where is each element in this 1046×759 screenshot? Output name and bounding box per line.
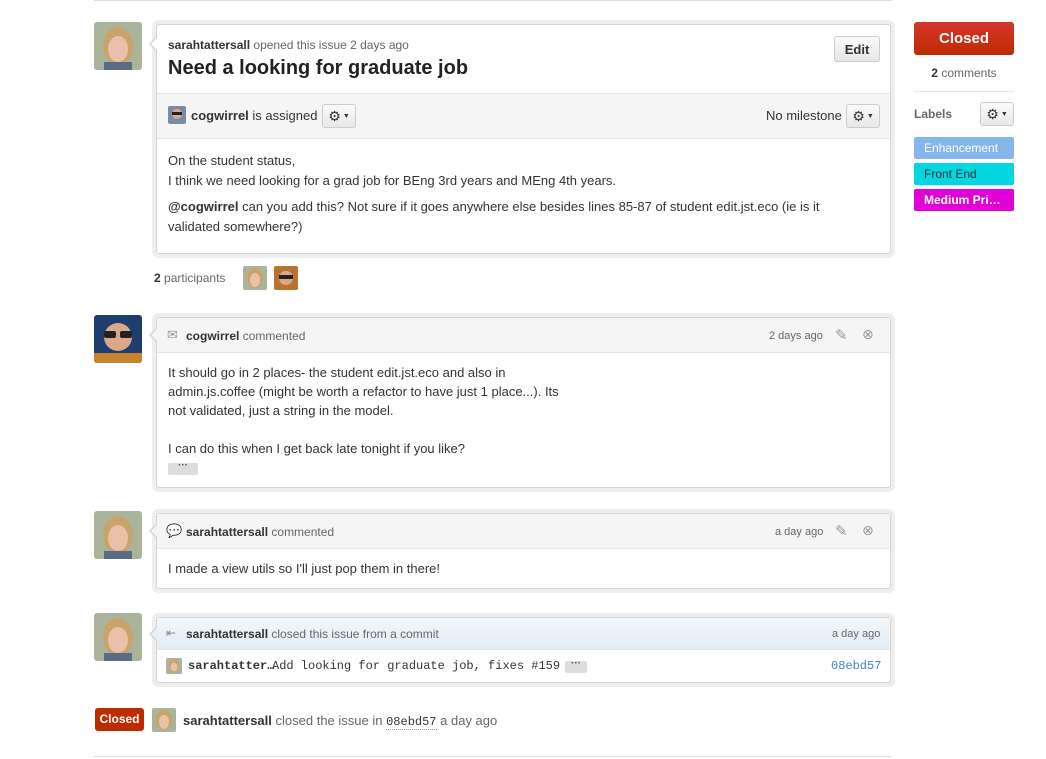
- comment-line: admin.js.coffee (might be worth a refact…: [168, 384, 559, 399]
- issue-body-line: validated somewhere?): [168, 219, 303, 234]
- close-event-timestamp[interactable]: a day ago: [832, 628, 880, 640]
- footer-commit-sha-link[interactable]: 08ebd57: [386, 715, 437, 730]
- comment-header: ✉ cogwirrel commented 2 days ago ✎ ⊗: [157, 318, 890, 353]
- issue-body-line: On the student status,: [168, 153, 296, 168]
- issue-title: Need a looking for graduate job: [168, 57, 469, 79]
- expand-ellipsis-button[interactable]: ···: [168, 461, 198, 475]
- top-divider: [94, 0, 892, 1]
- comment-timestamp[interactable]: a day ago: [775, 526, 823, 538]
- footer-author-avatar[interactable]: [152, 708, 176, 732]
- issue-opened-text: opened this issue 2 days ago: [253, 38, 409, 52]
- milestone-settings-button[interactable]: ⚙ ▼: [846, 104, 880, 128]
- label-medium-priority[interactable]: Medium Pri…: [914, 189, 1014, 211]
- comment-line: It should go in 2 places- the student ed…: [168, 365, 506, 380]
- issue-box: sarahtattersall opened this issue 2 days…: [149, 24, 891, 254]
- mention-link[interactable]: @cogwirrel: [168, 199, 238, 214]
- issue-meta: sarahtattersall opened this issue 2 days…: [168, 38, 409, 52]
- participant-avatar[interactable]: [243, 266, 267, 290]
- close-event-box: ⇤ sarahtattersall closed this issue from…: [149, 617, 891, 683]
- caret-down-icon: ▼: [1000, 110, 1008, 118]
- label-enhancement[interactable]: Enhancement: [914, 137, 1014, 159]
- closed-arrow-icon: ⇤: [166, 626, 177, 640]
- sidebar-divider: [914, 91, 1014, 92]
- assignee-text: cogwirrel is assigned: [191, 108, 317, 123]
- gear-icon: ⚙: [328, 107, 341, 124]
- participants-count: 2: [154, 271, 161, 285]
- edit-pencil-icon[interactable]: ✎: [835, 326, 848, 344]
- comment-meta: cogwirrel commented: [186, 329, 305, 343]
- issue-state-button: Closed: [914, 22, 1014, 55]
- close-event-action: closed this issue from a commit: [271, 627, 439, 641]
- avatar-sarahtattersall[interactable]: [94, 22, 142, 70]
- closed-state-badge: Closed: [95, 708, 144, 731]
- commit-author-avatar[interactable]: [166, 658, 182, 674]
- comment-action: commented: [271, 525, 335, 539]
- label-front-end[interactable]: Front End: [914, 163, 1014, 185]
- email-icon: ✉: [167, 327, 178, 342]
- comment-author-link[interactable]: cogwirrel: [186, 329, 239, 343]
- issue-body-paragraph: @cogwirrel can you add this? Not sure if…: [168, 197, 878, 217]
- issue-body-line: I think we need looking for a grad job f…: [168, 173, 617, 188]
- speech-bubble-icon: 💬: [166, 523, 183, 538]
- comments-count-label: comments: [941, 66, 997, 80]
- delete-icon[interactable]: ⊗: [862, 326, 874, 343]
- comment-timestamp[interactable]: 2 days ago: [769, 330, 823, 342]
- milestone-text: No milestone: [766, 108, 842, 123]
- labels-settings-button[interactable]: ⚙ ▼: [980, 102, 1014, 126]
- issue-body: On the student status, I think we need l…: [168, 151, 878, 237]
- comment-body: It should go in 2 places- the student ed…: [168, 363, 868, 458]
- comment-box: 💬 sarahtattersall commented a day ago ✎ …: [149, 513, 891, 589]
- gear-icon: ⚙: [852, 107, 865, 124]
- caret-down-icon: ▼: [342, 112, 350, 120]
- avatar-sarahtattersall[interactable]: [94, 613, 142, 661]
- issue-meta-bar: cogwirrel is assigned ⚙ ▼ No milestone ⚙…: [157, 93, 890, 139]
- assignee-settings-button[interactable]: ⚙ ▼: [322, 104, 356, 128]
- comment-header: 💬 sarahtattersall commented a day ago ✎ …: [157, 514, 890, 549]
- assignee-avatar[interactable]: [168, 106, 186, 124]
- comments-count: 2 comments: [914, 66, 1014, 80]
- comment-line: I made a view utils so I'll just pop the…: [168, 561, 440, 576]
- box-pointer-inner: [151, 38, 157, 50]
- participant-avatar[interactable]: [274, 266, 298, 290]
- close-event-author-link[interactable]: sarahtattersall: [186, 627, 268, 641]
- gear-icon: ⚙: [986, 105, 999, 122]
- comment-box: ✉ cogwirrel commented 2 days ago ✎ ⊗ It …: [149, 317, 891, 488]
- edit-pencil-icon[interactable]: ✎: [835, 522, 848, 540]
- footer-time: a day ago: [440, 713, 498, 728]
- bottom-divider: [94, 756, 892, 757]
- participants: 2 participants: [154, 271, 225, 285]
- caret-down-icon: ▼: [866, 112, 874, 120]
- avatar-sarahtattersall[interactable]: [94, 511, 142, 559]
- commit-sha-link[interactable]: 08ebd57: [831, 659, 881, 673]
- comment-meta: sarahtattersall commented: [186, 525, 334, 539]
- assignee-link[interactable]: cogwirrel: [191, 108, 249, 123]
- assigned-label: is assigned: [252, 108, 318, 123]
- comment-line: I can do this when I get back late tonig…: [168, 441, 466, 456]
- comment-author-link[interactable]: sarahtattersall: [186, 525, 268, 539]
- commit-message[interactable]: Add looking for graduate job, fixes #159: [272, 659, 560, 673]
- close-event-meta: sarahtattersall closed this issue from a…: [186, 627, 439, 641]
- close-event-header: ⇤ sarahtattersall closed this issue from…: [157, 618, 890, 650]
- footer-author-link[interactable]: sarahtattersall: [183, 713, 272, 728]
- comments-count-number: 2: [931, 66, 938, 80]
- labels-title: Labels: [914, 107, 953, 121]
- footer-text-before: closed the issue in: [275, 713, 383, 728]
- commit-author[interactable]: sarahtatter…: [188, 659, 274, 673]
- edit-button[interactable]: Edit: [834, 36, 880, 62]
- comment-line: not validated, just a string in the mode…: [168, 403, 394, 418]
- label-name: Enhancement: [924, 141, 999, 155]
- delete-icon[interactable]: ⊗: [862, 522, 874, 539]
- issue-body-text: can you add this? Not sure if it goes an…: [238, 199, 820, 214]
- label-name: Medium Pri…: [924, 193, 1001, 207]
- participants-label: participants: [164, 271, 226, 285]
- commit-expand-ellipsis-button[interactable]: ···: [565, 659, 587, 673]
- avatar-cogwirrel[interactable]: [94, 315, 142, 363]
- comment-action: commented: [242, 329, 306, 343]
- footer-event-text: sarahtattersall closed the issue in 08eb…: [183, 713, 498, 730]
- issue-author-link[interactable]: sarahtattersall: [168, 38, 250, 52]
- label-name: Front End: [924, 167, 977, 181]
